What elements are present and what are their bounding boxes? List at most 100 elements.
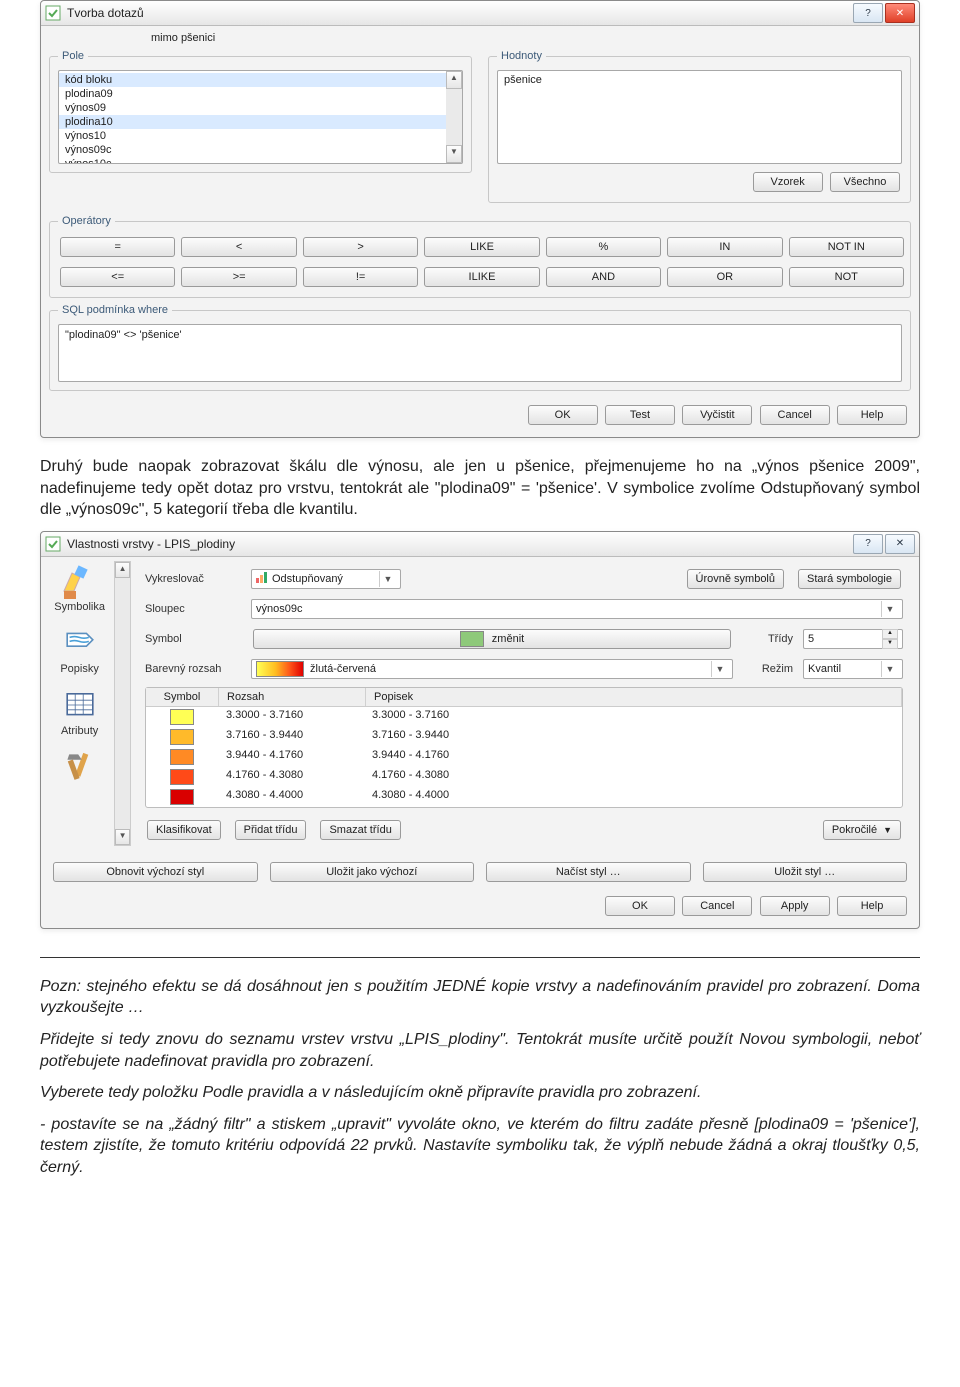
classes-label: Třídy [743, 633, 793, 645]
op-ne-button[interactable]: != [303, 267, 418, 287]
sql-where-input[interactable]: "plodina09" <> 'pšenice' [58, 324, 902, 382]
classes-table[interactable]: Symbol Rozsah Popisek 3.3000 - 3.71603.3… [145, 687, 903, 808]
close-window-button[interactable]: ✕ [885, 534, 915, 554]
mode-label: Režim [743, 663, 793, 675]
brush-icon [54, 561, 102, 601]
op-and-button[interactable]: AND [546, 267, 661, 287]
list-item[interactable]: pšenice [498, 73, 901, 87]
titlebar-query: Tvorba dotazů ? ✕ [41, 1, 919, 26]
change-symbol-button[interactable]: změnit [253, 629, 731, 649]
help-button[interactable]: Help [837, 896, 907, 916]
chevron-down-icon: ▼ [711, 661, 728, 677]
advanced-button[interactable]: Pokročilé ▼ [823, 820, 901, 840]
col-label: Popisek [366, 688, 902, 706]
load-style-button[interactable]: Načíst styl … [486, 862, 691, 882]
sample-button[interactable]: Vzorek [753, 172, 823, 192]
all-button[interactable]: Všechno [830, 172, 900, 192]
close-window-button[interactable]: ✕ [885, 3, 915, 23]
op-notin-button[interactable]: NOT IN [789, 237, 904, 257]
body-paragraph-2c: Vyberete tedy položku Podle pravidla a v… [40, 1082, 920, 1104]
list-item[interactable]: plodina10 [59, 115, 446, 129]
col-range: Rozsah [219, 688, 366, 706]
scrollbar[interactable]: ▲ ▼ [446, 71, 462, 163]
tab-label: Popisky [56, 663, 104, 675]
table-row[interactable]: 4.3080 - 4.40004.3080 - 4.4000 [146, 787, 902, 807]
save-style-button[interactable]: Uložit styl … [703, 862, 908, 882]
list-item[interactable]: výnos10 [59, 129, 446, 143]
tab-labels[interactable]: Popisky [56, 623, 104, 675]
op-le-button[interactable]: <= [60, 267, 175, 287]
mode-combo[interactable]: Kvantil ▼ [803, 659, 903, 679]
properties-tab-strip: Symbolika Popisky [41, 557, 131, 856]
restore-default-style-button[interactable]: Obnovit výchozí styl [53, 862, 258, 882]
label-icon [56, 623, 104, 663]
list-item[interactable]: kód bloku [59, 73, 446, 87]
op-like-button[interactable]: LIKE [424, 237, 539, 257]
list-item[interactable]: výnos09c [59, 143, 446, 157]
table-row[interactable]: 3.9440 - 4.17603.9440 - 4.1760 [146, 747, 902, 767]
layer-properties-window: Vlastnosti vrstvy - LPIS_plodiny ? ✕ Sym… [40, 531, 920, 929]
table-row[interactable]: 3.7160 - 3.94403.7160 - 3.9440 [146, 727, 902, 747]
clear-button[interactable]: Vyčistit [682, 405, 752, 425]
delete-class-button[interactable]: Smazat třídu [320, 820, 400, 840]
add-class-button[interactable]: Přidat třídu [235, 820, 307, 840]
help-window-button[interactable]: ? [853, 3, 883, 23]
tools-icon [56, 747, 104, 787]
help-window-button[interactable]: ? [853, 534, 883, 554]
symbol-label: Symbol [145, 633, 241, 645]
apply-button[interactable]: Apply [760, 896, 830, 916]
chevron-down-icon: ▼ [881, 601, 898, 617]
op-gt-button[interactable]: > [303, 237, 418, 257]
qgis-icon [45, 5, 61, 21]
chevron-down-icon: ▼ [881, 661, 898, 677]
body-paragraph-1: Druhý bude naopak zobrazovat škálu dle v… [40, 456, 920, 521]
op-ge-button[interactable]: >= [181, 267, 296, 287]
help-button[interactable]: Help [837, 405, 907, 425]
op-not-button[interactable]: NOT [789, 267, 904, 287]
values-listbox[interactable]: pšenice [497, 70, 902, 164]
ok-button[interactable]: OK [528, 405, 598, 425]
test-button[interactable]: Test [605, 405, 675, 425]
col-symbol: Symbol [146, 688, 219, 706]
scroll-up-icon[interactable]: ▲ [446, 71, 462, 89]
op-or-button[interactable]: OR [667, 267, 782, 287]
op-pct-button[interactable]: % [546, 237, 661, 257]
chevron-down-icon: ▼ [883, 825, 892, 835]
list-item[interactable]: plodina09 [59, 87, 446, 101]
column-label: Sloupec [145, 603, 241, 615]
scroll-down-icon[interactable]: ▼ [446, 145, 462, 163]
tab-tools[interactable] [56, 747, 104, 787]
op-in-button[interactable]: IN [667, 237, 782, 257]
tab-symbology[interactable]: Symbolika [54, 561, 105, 613]
op-ilike-button[interactable]: ILIKE [424, 267, 539, 287]
op-eq-button[interactable]: = [60, 237, 175, 257]
scroll-up-icon[interactable]: ▲ [115, 562, 130, 578]
table-row[interactable]: 4.1760 - 4.30804.1760 - 4.3080 [146, 767, 902, 787]
fields-listbox[interactable]: kód bloku plodina09 výnos09 plodina10 vý… [58, 70, 463, 164]
classes-spinner[interactable]: 5 ▲▼ [803, 629, 903, 649]
save-as-default-button[interactable]: Uložit jako výchozí [270, 862, 475, 882]
symbol-levels-button[interactable]: Úrovně symbolů [687, 569, 784, 589]
window-title: Tvorba dotazů [67, 6, 144, 20]
values-legend: Hodnoty [497, 50, 546, 62]
spin-up-icon[interactable]: ▲ [882, 629, 898, 639]
column-combo[interactable]: výnos09c ▼ [251, 599, 903, 619]
qgis-icon [45, 536, 61, 552]
operators-group: Operátory = < > LIKE % IN NOT IN <= >= !… [49, 215, 911, 298]
spin-down-icon[interactable]: ▼ [882, 639, 898, 649]
renderer-combo[interactable]: Odstupňovaný ▼ [251, 569, 401, 589]
ok-button[interactable]: OK [605, 896, 675, 916]
op-lt-button[interactable]: < [181, 237, 296, 257]
color-ramp-combo[interactable]: žlutá-červená ▼ [251, 659, 733, 679]
tab-attributes[interactable]: Atributy [56, 685, 104, 737]
cancel-button[interactable]: Cancel [682, 896, 752, 916]
graduated-icon [256, 571, 268, 586]
table-row[interactable]: 3.3000 - 3.71603.3000 - 3.7160 [146, 707, 902, 727]
cancel-button[interactable]: Cancel [760, 405, 830, 425]
list-item[interactable]: výnos10c [59, 157, 446, 164]
tab-scrollbar[interactable]: ▲ ▼ [114, 561, 131, 846]
classify-button[interactable]: Klasifikovat [147, 820, 221, 840]
scroll-down-icon[interactable]: ▼ [115, 829, 130, 845]
old-symbology-button[interactable]: Stará symbologie [798, 569, 901, 589]
list-item[interactable]: výnos09 [59, 101, 446, 115]
